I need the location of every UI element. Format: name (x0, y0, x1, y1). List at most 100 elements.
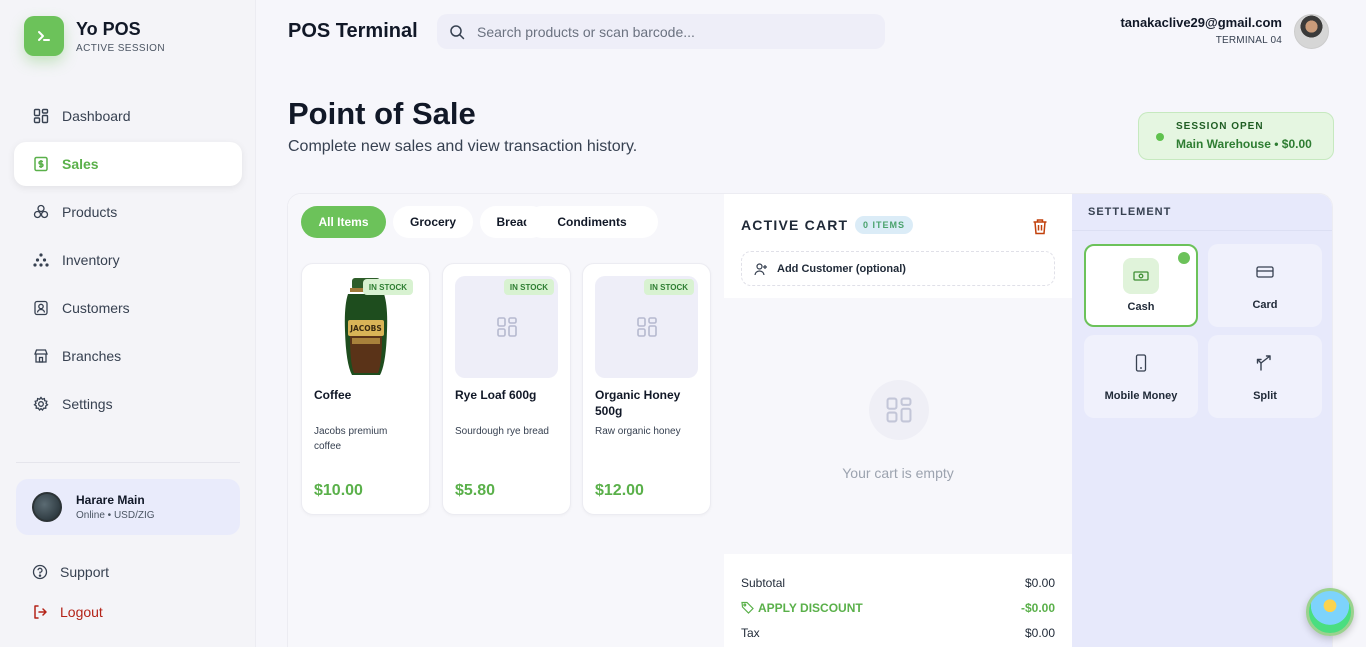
placeholder-grid-icon (496, 317, 517, 337)
sidebar-item-label: Inventory (62, 252, 120, 268)
payment-label: Mobile Money (1104, 390, 1178, 402)
logout-link[interactable]: Logout (32, 604, 103, 620)
product-card-coffee[interactable]: JACOBS IN STOCK Coffee Jacobs premium co… (301, 263, 430, 515)
apply-discount-button[interactable]: APPLY DISCOUNT (741, 601, 863, 615)
product-image: JACOBS IN STOCK (314, 276, 417, 378)
tax-value: $0.00 (1024, 625, 1055, 640)
header-title: POS Terminal (288, 20, 418, 42)
logout-label: Logout (60, 604, 103, 620)
branch-card[interactable]: Harare Main Online • USD/ZIG (16, 479, 240, 535)
sidebar-item-label: Products (62, 204, 118, 220)
subtotal-label: Subtotal (741, 575, 786, 590)
sidebar-item-dashboard[interactable]: Dashboard (14, 94, 242, 138)
trash-icon (1033, 218, 1047, 234)
split-icon (1256, 354, 1274, 377)
dashboard-icon (32, 107, 50, 125)
subtotal-row: Subtotal $0.00 (741, 570, 1055, 595)
discount-value: -$0.00 (1020, 600, 1055, 615)
sidebar-item-sales[interactable]: Sales (14, 142, 242, 186)
avatar[interactable] (1294, 14, 1329, 49)
settlement-pane: SETTLEMENT Cash Card Mobile Money Split (1072, 194, 1332, 647)
cart-items-area: Your cart is empty (724, 298, 1072, 554)
subtotal-value: $0.00 (1024, 575, 1055, 590)
sidebar-item-products[interactable]: Products (14, 190, 242, 234)
empty-cart-icon (869, 380, 929, 440)
branch-name: Harare Main (76, 493, 145, 507)
user-email: tanakaclive29@gmail.com (1120, 15, 1282, 30)
payment-method-mobile-money[interactable]: Mobile Money (1084, 335, 1198, 418)
cart-pane: ACTIVE CART 0 ITEMS Add Customer (option… (724, 194, 1072, 647)
session-detail: Main Warehouse • $0.00 (1176, 137, 1312, 151)
product-price: $5.80 (455, 482, 496, 499)
svg-text:JACOBS: JACOBS (349, 324, 382, 333)
sidebar-item-label: Sales (62, 156, 99, 172)
customers-icon (32, 299, 50, 317)
branch-avatar (32, 492, 62, 522)
session-label: ACTIVE SESSION (76, 42, 165, 54)
product-image: IN STOCK (455, 276, 558, 378)
sidebar: Yo POS ACTIVE SESSION Dashboard Sales Pr… (0, 0, 256, 647)
session-title: SESSION OPEN (1176, 121, 1264, 132)
category-chip-grocery[interactable]: Grocery (393, 206, 473, 238)
help-circle-icon (32, 564, 48, 580)
category-chip-all[interactable]: All Items (301, 206, 386, 238)
branches-icon (32, 347, 50, 365)
category-chip-condiments[interactable]: Condiments (526, 206, 658, 238)
search-input[interactable] (477, 23, 857, 40)
mobile-phone-icon (1135, 353, 1147, 377)
brand: Yo POS ACTIVE SESSION (24, 16, 165, 56)
add-user-icon (754, 262, 768, 276)
sidebar-item-label: Settings (62, 396, 113, 412)
sidebar-divider (16, 462, 240, 463)
app-name: Yo POS (76, 18, 141, 39)
product-image: IN STOCK (595, 276, 698, 378)
add-customer-button[interactable]: Add Customer (optional) (741, 251, 1055, 286)
cart-count-badge: 0 ITEMS (855, 216, 914, 234)
products-pane: All Items Grocery Bread Condiments JACOB… (288, 194, 724, 647)
sidebar-item-customers[interactable]: Customers (14, 286, 242, 330)
payment-label: Split (1253, 390, 1277, 402)
card-icon (1256, 265, 1274, 284)
support-link[interactable]: Support (32, 564, 109, 580)
discount-label: APPLY DISCOUNT (758, 600, 863, 615)
product-price: $12.00 (595, 482, 644, 499)
sidebar-item-settings[interactable]: Settings (14, 382, 242, 426)
product-card-rye-loaf[interactable]: IN STOCK Rye Loaf 600g Sourdough rye bre… (442, 263, 571, 515)
sidebar-item-label: Branches (62, 348, 122, 364)
add-customer-label: Add Customer (optional) (777, 262, 906, 275)
assistant-button[interactable] (1306, 588, 1354, 636)
cart-totals: Subtotal $0.00 APPLY DISCOUNT -$0.00 Tax… (741, 570, 1055, 645)
sidebar-item-branches[interactable]: Branches (14, 334, 242, 378)
session-status-badge: SESSION OPEN Main Warehouse • $0.00 (1138, 112, 1334, 160)
product-description: Raw organic honey (595, 426, 681, 437)
payment-method-split[interactable]: Split (1208, 335, 1322, 418)
cart-title: ACTIVE CART (741, 217, 849, 233)
sidebar-item-inventory[interactable]: Inventory (14, 238, 242, 282)
clear-cart-button[interactable] (1030, 216, 1050, 236)
payment-method-card[interactable]: Card (1208, 244, 1322, 327)
support-label: Support (60, 564, 110, 580)
product-name: Coffee (314, 388, 352, 402)
sales-receipt-icon (32, 155, 50, 173)
tax-label: Tax (741, 625, 760, 640)
search-icon (449, 24, 465, 40)
tag-icon (741, 601, 754, 614)
product-name: Rye Loaf 600g (455, 388, 537, 402)
tax-row: Tax $0.00 (741, 620, 1055, 645)
product-name: Organic Honey 500g (595, 388, 681, 418)
sidebar-item-label: Customers (62, 300, 130, 316)
stock-badge: IN STOCK (362, 279, 413, 295)
logout-icon (32, 604, 48, 620)
placeholder-grid-icon (636, 317, 657, 337)
terminal-logo-icon (24, 16, 64, 56)
product-price: $10.00 (314, 482, 363, 499)
product-card-organic-honey[interactable]: IN STOCK Organic Honey 500g Raw organic … (582, 263, 711, 515)
settlement-title: SETTLEMENT (1088, 206, 1172, 218)
payment-method-cash[interactable]: Cash (1084, 244, 1198, 327)
sidebar-item-label: Dashboard (62, 108, 131, 124)
status-dot-icon (1156, 133, 1164, 141)
product-description: Sourdough rye bread (455, 426, 549, 437)
page-subtitle: Complete new sales and view transaction … (288, 138, 638, 155)
products-icon (32, 203, 50, 221)
search-bar[interactable] (437, 14, 885, 49)
